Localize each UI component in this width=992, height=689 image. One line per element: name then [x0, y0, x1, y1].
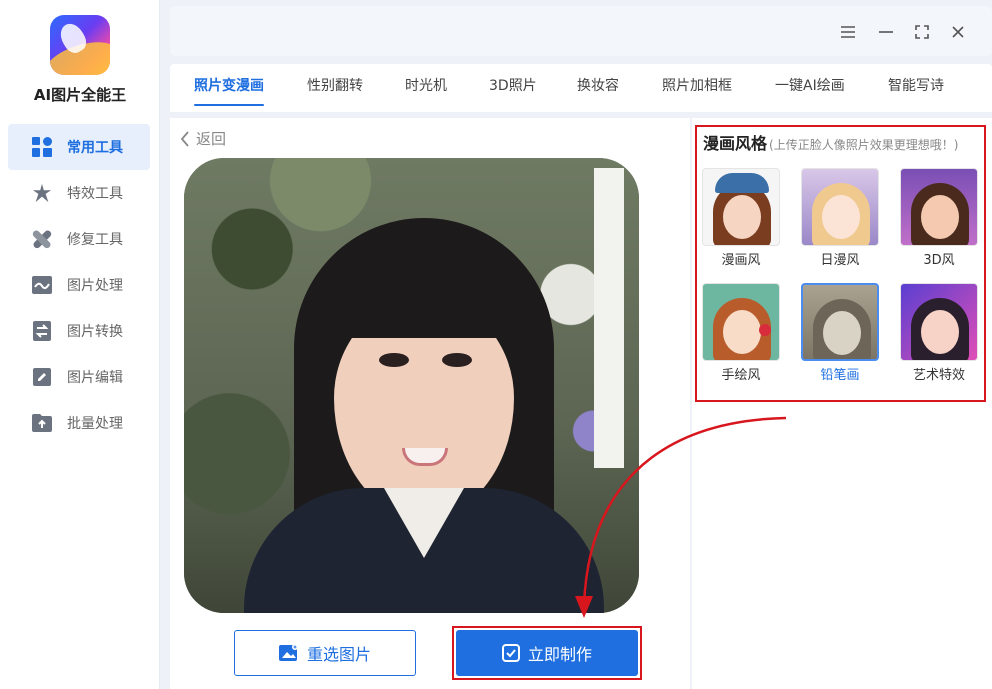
style-label: 日漫风: [820, 253, 860, 268]
title-bar: [170, 6, 992, 56]
sidebar: AI图片全能王 常用工具 特效工具 修复工具 图片处理 图片转换 图片编辑 批量…: [0, 0, 160, 689]
edit-image-icon: [32, 367, 52, 387]
tab-time-machine[interactable]: 时光机: [405, 64, 447, 112]
app-title: AI图片全能王: [33, 86, 127, 104]
tab-makeup[interactable]: 换妆容: [577, 64, 619, 112]
style-label: 漫画风: [721, 253, 761, 268]
style-thumb: [900, 283, 978, 361]
style-card-comic[interactable]: 漫画风: [702, 168, 780, 268]
minimize-icon[interactable]: [876, 22, 896, 42]
style-label: 铅笔画: [820, 368, 860, 383]
upload-folder-icon: [32, 413, 52, 433]
style-card-anime[interactable]: 日漫风: [801, 168, 879, 268]
sidebar-item-label: 批量处理: [67, 416, 123, 432]
style-thumb: [900, 168, 978, 246]
feature-tabs: 照片变漫画 性别翻转 时光机 3D照片 换妆容 照片加相框 一键AI绘画 智能写…: [170, 64, 992, 112]
sidebar-item-image-edit[interactable]: 图片编辑: [8, 354, 150, 400]
tab-3d-photo[interactable]: 3D照片: [489, 64, 537, 112]
style-card-handdrawn[interactable]: 手绘风: [702, 283, 780, 383]
style-card-art-effect[interactable]: 艺术特效: [900, 283, 978, 383]
reselect-label: 重选图片: [306, 645, 371, 664]
sidebar-item-label: 常用工具: [67, 140, 123, 156]
reselect-image-button[interactable]: 重选图片: [234, 630, 416, 676]
sidebar-item-effect-tools[interactable]: 特效工具: [8, 170, 150, 216]
star-burst-icon: [32, 183, 52, 203]
bandage-icon: [32, 229, 52, 249]
annotation-arrow: [575, 416, 787, 618]
back-label: 返回: [196, 130, 227, 148]
style-label: 3D风: [923, 253, 955, 268]
maximize-icon[interactable]: [912, 22, 932, 42]
convert-icon: [32, 321, 52, 341]
style-thumb: [702, 283, 780, 361]
style-thumb: [801, 168, 879, 246]
style-panel-title: 漫画风格 (上传正脸人像照片效果更理想哦！): [703, 134, 959, 153]
sidebar-nav: 常用工具 特效工具 修复工具 图片处理 图片转换 图片编辑 批量处理: [8, 124, 150, 446]
close-icon[interactable]: [948, 22, 968, 42]
sidebar-item-batch[interactable]: 批量处理: [8, 400, 150, 446]
style-thumb: [801, 283, 879, 361]
image-add-icon: [278, 644, 299, 662]
tab-gender-swap[interactable]: 性别翻转: [307, 64, 363, 112]
style-label: 艺术特效: [912, 368, 965, 383]
image-wave-icon: [32, 275, 52, 295]
tab-photo-frame[interactable]: 照片加相框: [662, 64, 732, 112]
sidebar-item-label: 修复工具: [67, 232, 123, 248]
tab-ai-painting[interactable]: 一键AI绘画: [775, 64, 845, 112]
sidebar-item-label: 特效工具: [67, 186, 123, 202]
app-logo: [50, 15, 110, 75]
style-card-3d[interactable]: 3D风: [900, 168, 978, 268]
sidebar-item-common-tools[interactable]: 常用工具: [8, 124, 150, 170]
sidebar-item-image-convert[interactable]: 图片转换: [8, 308, 150, 354]
style-label: 手绘风: [721, 368, 761, 383]
style-thumb: [702, 168, 780, 246]
sidebar-item-label: 图片处理: [67, 278, 123, 294]
tab-smart-poem[interactable]: 智能写诗: [888, 64, 944, 112]
create-button-highlight: [452, 626, 642, 680]
back-button[interactable]: 返回: [180, 128, 226, 149]
sidebar-item-label: 图片编辑: [67, 370, 123, 386]
style-card-pencil[interactable]: 铅笔画: [801, 283, 879, 383]
sidebar-item-image-processing[interactable]: 图片处理: [8, 262, 150, 308]
sidebar-item-label: 图片转换: [67, 324, 123, 340]
sidebar-item-repair-tools[interactable]: 修复工具: [8, 216, 150, 262]
menu-icon[interactable]: [838, 22, 858, 42]
grid-icon: [32, 137, 52, 157]
tab-photo-to-comic[interactable]: 照片变漫画: [194, 64, 264, 112]
chevron-left-icon: [180, 130, 189, 147]
style-panel-hint: (上传正脸人像照片效果更理想哦！): [769, 138, 959, 152]
